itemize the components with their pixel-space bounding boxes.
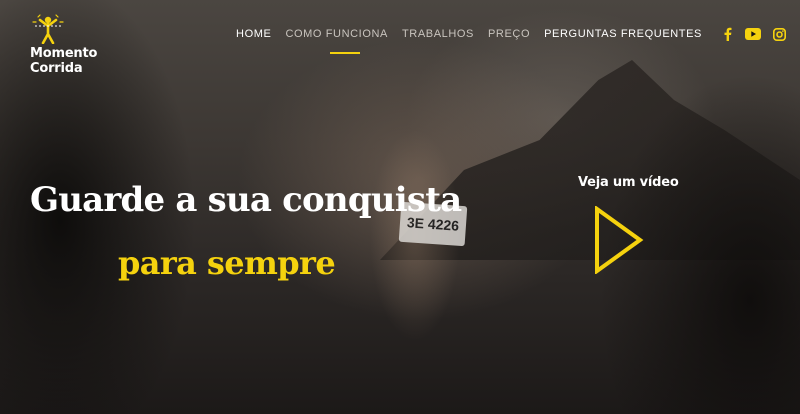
nav-item-home[interactable]: HOME (236, 28, 271, 40)
play-icon[interactable] (594, 206, 644, 274)
facebook-icon[interactable] (719, 26, 735, 42)
brand-name: Momento Corrida (30, 46, 98, 76)
social-links (714, 26, 792, 42)
video-cta-label[interactable]: Veja um vídeo (578, 175, 679, 190)
instagram-icon[interactable] (771, 26, 787, 42)
nav-active-indicator (330, 52, 360, 54)
hero-headline: Guarde a sua conquista (30, 180, 462, 220)
main-nav: HOME COMO FUNCIONA TRABALHOS PREÇO PERGU… (222, 24, 800, 44)
nav-item-preco[interactable]: PREÇO (488, 28, 530, 40)
brand-logo[interactable]: Momento Corrida (30, 14, 140, 76)
nav-item-como-funciona[interactable]: COMO FUNCIONA (285, 28, 388, 40)
nav-item-trabalhos[interactable]: TRABALHOS (402, 28, 474, 40)
hero-subheadline: para sempre (118, 244, 336, 282)
runner-finish-icon (32, 14, 64, 44)
nav-item-perguntas-frequentes[interactable]: PERGUNTAS FREQUENTES (544, 28, 702, 40)
youtube-icon[interactable] (745, 26, 761, 42)
